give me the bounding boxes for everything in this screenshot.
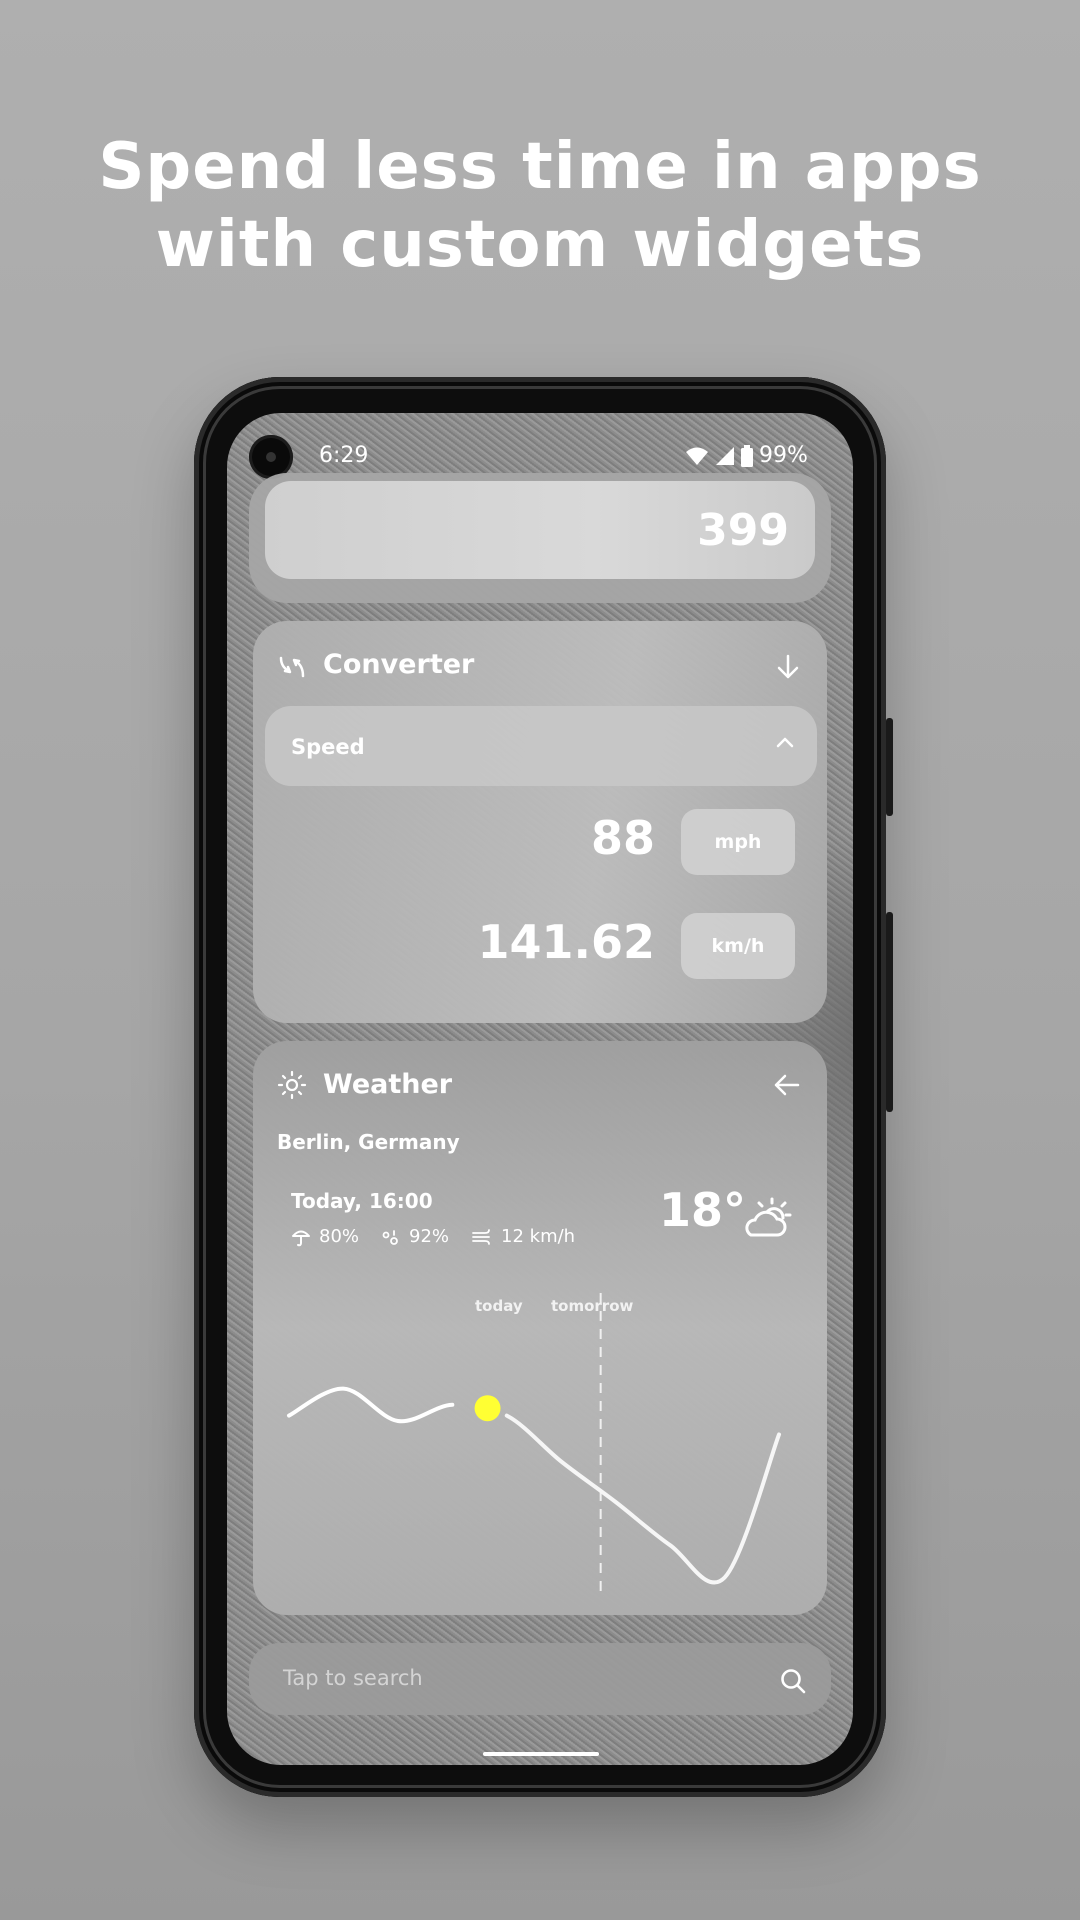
status-icons: 99% bbox=[685, 443, 808, 468]
forecast-time: Today, 16:00 bbox=[291, 1189, 433, 1213]
unit-button-from[interactable]: mph bbox=[681, 809, 795, 875]
battery-icon bbox=[741, 444, 753, 467]
temperature-value: 18° bbox=[659, 1183, 747, 1237]
gesture-nav-handle[interactable] bbox=[483, 1752, 599, 1756]
swap-arrows-icon bbox=[279, 656, 305, 678]
power-button bbox=[886, 718, 893, 816]
temperature-chart bbox=[287, 1293, 781, 1593]
humidity-value: 92% bbox=[409, 1226, 450, 1247]
unit-button-to[interactable]: km/h bbox=[681, 913, 795, 979]
umbrella-icon bbox=[292, 1230, 310, 1246]
category-label: Speed bbox=[291, 735, 365, 759]
arrow-down-icon[interactable] bbox=[775, 653, 801, 681]
search-icon[interactable] bbox=[779, 1667, 807, 1695]
temperature-line-forecast bbox=[504, 1413, 781, 1585]
partly-cloudy-icon bbox=[745, 1197, 792, 1237]
weather-location: Berlin, Germany bbox=[277, 1130, 460, 1154]
precipitation-value: 80% bbox=[319, 1226, 360, 1247]
wind-icon bbox=[472, 1228, 490, 1245]
weather-title: Weather bbox=[323, 1069, 453, 1100]
weather-stats: 80% 92% 12 km/h bbox=[291, 1226, 575, 1247]
status-time: 6:29 bbox=[319, 443, 369, 468]
temperature-line-past bbox=[287, 1386, 455, 1424]
phone-screen: 6:29 99% 399 Converter Speed 88 mph 141.… bbox=[227, 413, 853, 1765]
wind-value: 12 km/h bbox=[501, 1226, 576, 1247]
humidity-icon bbox=[382, 1229, 398, 1245]
volume-button bbox=[886, 912, 893, 1112]
promo-headline: Spend less time in apps with custom widg… bbox=[0, 128, 1080, 284]
current-time-marker bbox=[474, 1395, 501, 1422]
sun-icon bbox=[277, 1070, 307, 1100]
wifi-icon bbox=[686, 447, 708, 465]
headline-line-1: Spend less time in apps bbox=[98, 130, 982, 204]
converter-output-value: 141.62 bbox=[477, 915, 655, 969]
chevron-up-icon[interactable] bbox=[775, 735, 795, 749]
converter-title: Converter bbox=[323, 649, 475, 680]
battery-percent: 99% bbox=[759, 443, 808, 468]
arrow-left-icon[interactable] bbox=[773, 1073, 801, 1097]
counter-value: 399 bbox=[697, 505, 789, 556]
signal-icon bbox=[716, 446, 734, 465]
headline-line-2: with custom widgets bbox=[155, 208, 925, 282]
search-placeholder: Tap to search bbox=[283, 1666, 423, 1690]
converter-input-value[interactable]: 88 bbox=[355, 811, 655, 865]
